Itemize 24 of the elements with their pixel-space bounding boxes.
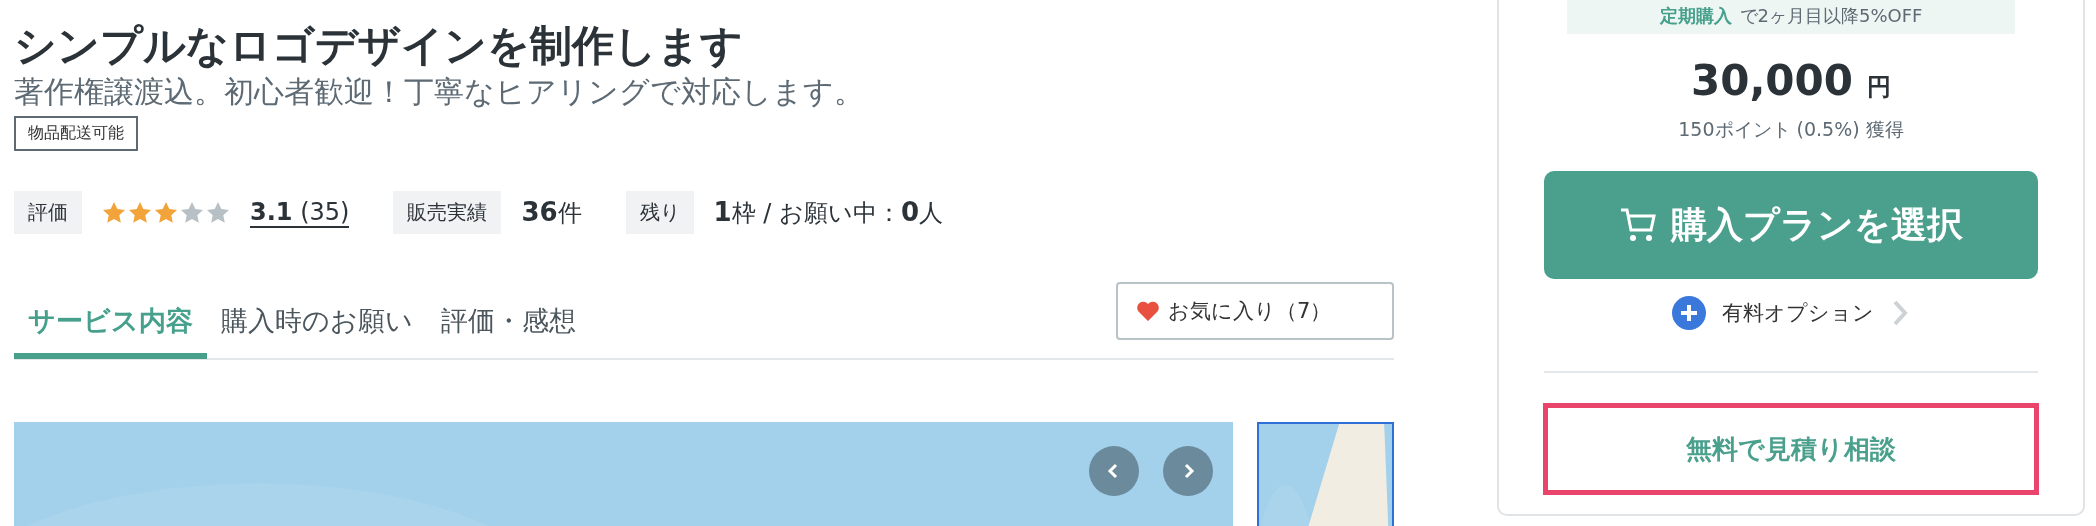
star-icon <box>154 200 178 225</box>
shipping-tag: 物品配送可能 <box>14 116 138 151</box>
cart-icon <box>1619 207 1657 243</box>
star-icon <box>128 200 152 225</box>
star-icon <box>102 200 126 225</box>
rating-link[interactable]: 3.1 (35) <box>250 197 350 228</box>
stat-label: 残り <box>625 191 694 234</box>
discount-banner: 定期購入 で2ヶ月目以降5%OFF <box>1567 0 2015 34</box>
star-icon <box>206 200 230 225</box>
price: 30,000 <box>1690 56 1854 105</box>
currency: 円 <box>1867 72 1892 103</box>
service-title: シンプルなロゴデザインを制作します <box>14 20 744 72</box>
tab[interactable]: 購入時のお願い <box>207 283 427 359</box>
paid-option-link[interactable]: 有料オプション <box>1666 295 1916 331</box>
points-text: 150ポイント (0.5%) 獲得 <box>1678 117 1904 142</box>
tab[interactable]: 評価・感想 <box>427 283 590 359</box>
favorite-button[interactable]: お気に入り（7） <box>1116 282 1394 340</box>
stat-label: 販売実績 <box>393 191 502 234</box>
plus-icon <box>1672 296 1706 330</box>
star-icon <box>180 200 204 225</box>
stat-value: 36件 <box>521 196 582 229</box>
stat-value: 1枠 / お願い中：0人 <box>713 196 944 229</box>
service-subtitle: 著作権譲渡込。初心者歓迎！丁寧なヒアリングで対応します。 <box>14 73 865 111</box>
stat-label: 評価 <box>14 191 82 234</box>
